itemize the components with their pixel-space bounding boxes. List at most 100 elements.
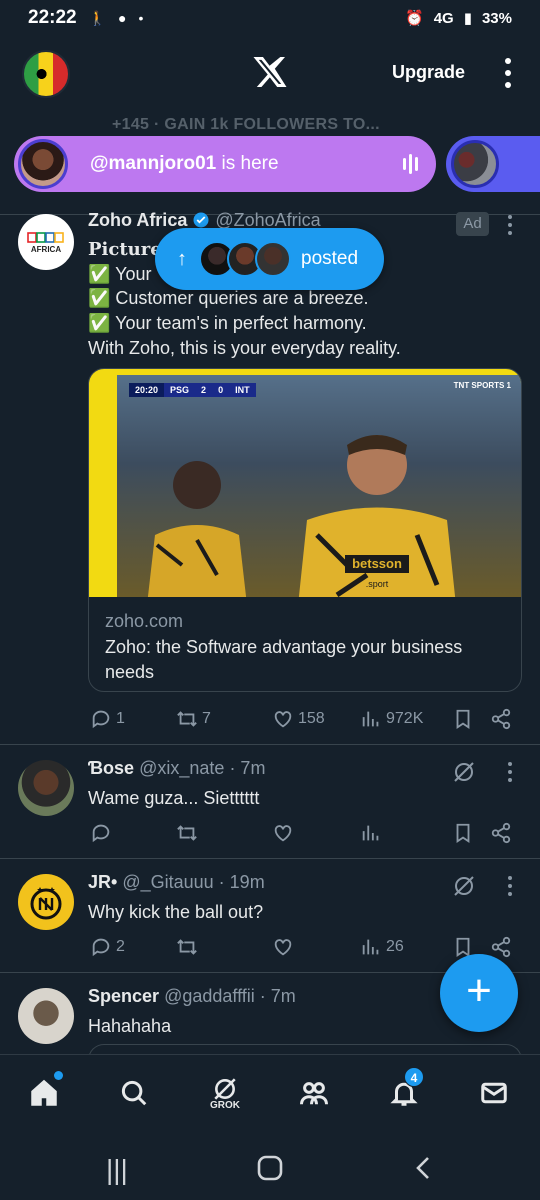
recent-apps-icon[interactable]: ||| (106, 1154, 128, 1186)
zoho-avatar[interactable]: AFRICA (18, 214, 74, 270)
grok-analyze-icon[interactable] (452, 874, 476, 898)
more-options-icon[interactable] (503, 58, 513, 88)
views-icon (362, 939, 379, 955)
bookmark-button[interactable] (452, 708, 474, 730)
new-posts-pill[interactable]: ↑ posted (155, 228, 384, 290)
repost-button[interactable]: 7 (176, 708, 211, 730)
author-avatar[interactable] (18, 874, 74, 930)
app-icon: ● (118, 10, 127, 26)
upgrade-button[interactable]: Upgrade (392, 62, 465, 83)
author-name[interactable]: Ɓose (88, 758, 134, 778)
spaces-pill[interactable]: @mannjoro01 is here (14, 136, 436, 192)
author-name[interactable]: Zoho Africa (88, 210, 187, 230)
share-icon (491, 708, 511, 730)
author-avatar[interactable] (18, 988, 74, 1044)
repost-icon (177, 711, 197, 727)
reply-icon (92, 824, 110, 843)
repost-icon (177, 939, 197, 955)
post-more-icon[interactable] (505, 215, 515, 235)
post-more-icon[interactable] (505, 876, 515, 896)
spaces-pill-secondary[interactable] (446, 136, 540, 192)
spaces-host-text: @mannjoro01 is here (90, 153, 279, 175)
signal-icon: ▮ (463, 10, 472, 27)
author-name[interactable]: JR• (88, 872, 117, 892)
search-icon (121, 1080, 147, 1106)
network-label: 4G (433, 9, 454, 27)
author-name[interactable]: Spencer (88, 986, 159, 1006)
post-text: Hahahaha (88, 1016, 172, 1036)
shirt-sponsor-text: betsson (352, 556, 402, 571)
post-time: · 7m (229, 758, 266, 778)
reply-count: 1 (116, 710, 125, 727)
zoho-logo-icon (27, 231, 64, 243)
like-button[interactable] (272, 822, 294, 844)
profile-avatar[interactable] (22, 50, 70, 98)
compose-post-button[interactable]: + (440, 954, 518, 1032)
nav-search[interactable] (112, 1071, 156, 1115)
like-button[interactable]: 158 (272, 708, 325, 730)
post-text: Why kick the ball out? (88, 902, 264, 922)
post-more-icon[interactable] (505, 762, 515, 782)
nav-grok[interactable]: GROK (203, 1071, 247, 1115)
heart-icon (274, 825, 292, 842)
notification-dot-icon: • (138, 10, 144, 26)
author-handle[interactable]: @xix_nate (139, 758, 224, 778)
post-actions (88, 820, 518, 846)
like-count: 158 (298, 710, 325, 727)
author-handle[interactable]: @_Gitauuu (122, 872, 213, 892)
link-preview-card[interactable]: 20:20 PSG 2 0 INT TNT SPORTS 1 betsson .… (88, 368, 522, 692)
home-system-icon[interactable] (256, 1154, 284, 1189)
status-right-icons: ⏰ 4G ▮ 33% (405, 9, 512, 28)
posted-avatar (255, 241, 291, 277)
views-count: 26 (386, 938, 404, 955)
share-icon (491, 936, 511, 958)
nav-communities[interactable] (292, 1071, 336, 1115)
arrow-up-icon: ↑ (177, 247, 187, 270)
system-back-icon (416, 1157, 429, 1179)
posted-label: posted (301, 248, 359, 269)
reply-button[interactable] (90, 822, 112, 844)
alarm-icon: ⏰ (405, 10, 424, 27)
bookmark-button[interactable] (452, 822, 474, 844)
like-button[interactable] (272, 936, 294, 958)
share-button[interactable] (490, 708, 512, 730)
walk-icon: 🚶 (88, 9, 107, 26)
author-handle[interactable]: @gaddafffii (164, 986, 255, 1006)
shirt-sponsor-subtext: .sport (366, 579, 389, 589)
x-logo-icon (253, 57, 287, 87)
bookmark-icon (456, 823, 470, 843)
author-avatar[interactable] (18, 760, 74, 816)
plus-icon: + (466, 966, 492, 1015)
share-button[interactable] (490, 936, 512, 958)
ad-badge: Ad (456, 212, 489, 236)
back-icon[interactable] (410, 1154, 438, 1189)
card-title: Zoho: the Software advantage your busine… (105, 637, 463, 682)
grok-icon (214, 1077, 236, 1100)
player-left-image (147, 461, 247, 597)
repost-button[interactable] (176, 936, 198, 958)
views-button[interactable]: 972K (360, 708, 423, 730)
system-navigation-bar: ||| (0, 1134, 540, 1200)
scorebug-home-score: 2 (195, 383, 213, 397)
verified-badge-icon (193, 212, 209, 228)
post-text: Wame guza... Sietttttt (88, 788, 260, 808)
share-button[interactable] (490, 822, 512, 844)
spaces-host-handle: @mannjoro01 (90, 153, 217, 174)
post-text-line: ✅ Your team's in perfect harmony. (88, 313, 367, 333)
views-button[interactable]: 26 (360, 936, 404, 958)
views-button[interactable] (360, 822, 382, 844)
grok-analyze-icon[interactable] (452, 760, 476, 784)
reply-button[interactable]: 1 (90, 708, 125, 730)
spaces-secondary-avatar (451, 140, 499, 188)
scorebug: 20:20 PSG 2 0 INT (129, 383, 256, 397)
repost-button[interactable] (176, 822, 198, 844)
author-handle[interactable]: @ZohoAfrica (215, 210, 320, 230)
nav-home[interactable] (22, 1071, 66, 1115)
status-bar: 22:22 🚶 ● • ⏰ 4G ▮ 33% (0, 0, 540, 36)
feed-divider (0, 744, 540, 745)
nav-notifications[interactable]: 4 (382, 1067, 426, 1115)
app-header: Upgrade (0, 40, 540, 110)
system-home-icon (257, 1155, 283, 1181)
nav-messages[interactable] (472, 1071, 516, 1115)
reply-button[interactable]: 2 (90, 936, 125, 958)
